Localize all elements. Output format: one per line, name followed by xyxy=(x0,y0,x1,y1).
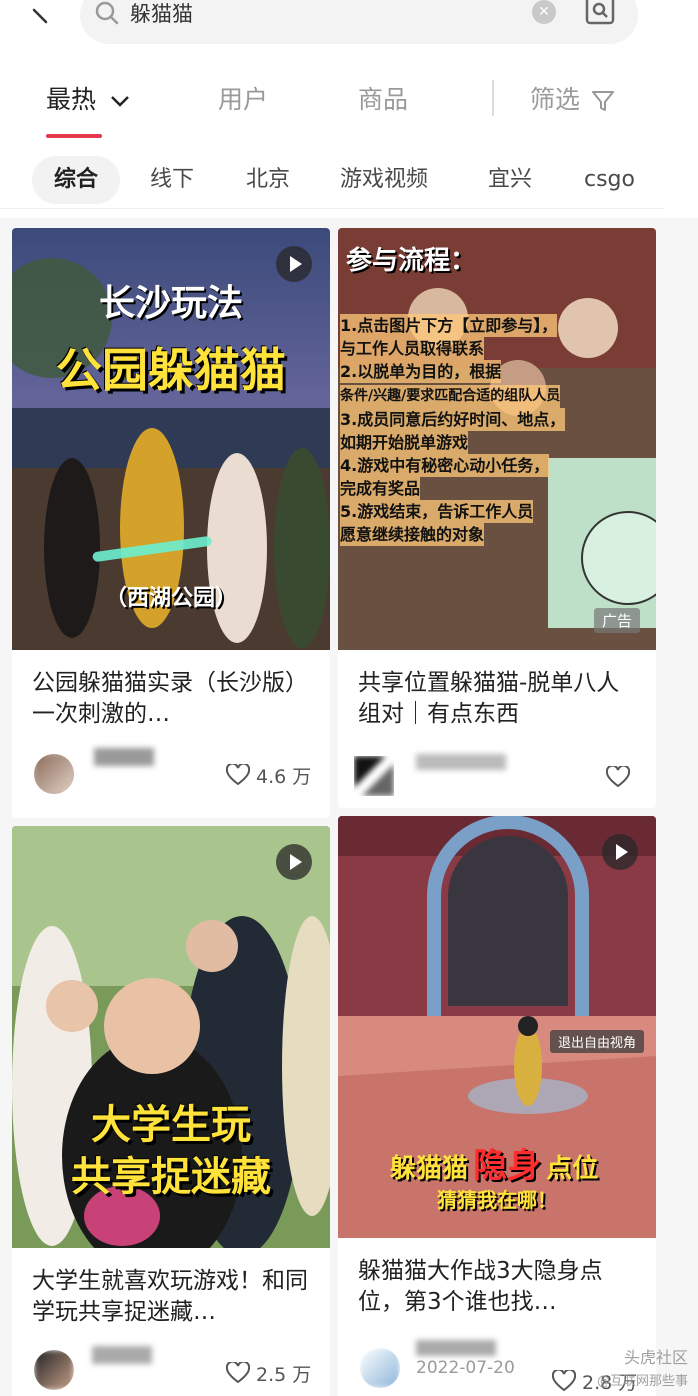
card-title[interactable]: 公园躲猫猫实录（长沙版）一次刺激的… xyxy=(32,668,312,730)
thumb-caption: 点位 xyxy=(546,1154,599,1184)
watermark: @互联网那些事 xyxy=(596,1374,688,1389)
avatar[interactable] xyxy=(354,756,394,796)
note-card[interactable]: 参与流程： 1.点击图片下方【立即参与】， 与工作人员取得联系 2.以脱单为目的… xyxy=(338,228,656,808)
tab-users[interactable]: 用户 xyxy=(218,80,268,116)
chip-csgo[interactable]: csgo xyxy=(562,156,657,204)
heart-icon[interactable] xyxy=(226,764,250,786)
active-tab-indicator xyxy=(46,134,102,138)
thumb-caption: 躲猫猫 xyxy=(390,1154,469,1184)
author-name-blurred xyxy=(94,748,154,766)
clear-icon[interactable]: ✕ xyxy=(532,0,556,24)
thumb-caption: 4.游戏中有秘密心动小任务， xyxy=(340,454,550,477)
heart-icon[interactable] xyxy=(552,1370,576,1392)
thumb-caption: 参与流程： xyxy=(346,246,477,276)
heart-icon[interactable] xyxy=(606,766,630,788)
avatar[interactable] xyxy=(34,1350,74,1390)
chevron-down-icon xyxy=(111,96,129,107)
card-title[interactable]: 共享位置躲猫猫-脱单八人组对｜有点东西 xyxy=(358,668,642,730)
thumb-caption: 如期开始脱单游戏 xyxy=(340,431,469,454)
ad-badge: 广告 xyxy=(594,608,641,633)
chip-game-video[interactable]: 游戏视频 xyxy=(318,156,450,204)
tab-products[interactable]: 商品 xyxy=(358,80,408,116)
search-input[interactable]: 躲猫猫 ✕ xyxy=(80,0,638,44)
chip-offline[interactable]: 线下 xyxy=(128,156,216,204)
thumb-caption: 共享捉迷藏 xyxy=(71,1154,271,1200)
results-feed: 长沙玩法 公园躲猫猫 （西湖公园） 公园躲猫猫实录（长沙版）一次刺激的… 4.6… xyxy=(0,218,698,1396)
heart-icon[interactable] xyxy=(226,1362,250,1384)
author-name-blurred xyxy=(416,754,506,770)
watermark: 头虎社区 xyxy=(623,1348,688,1367)
thumb-caption: 长沙玩法 xyxy=(98,283,243,324)
tab-hottest[interactable]: 最热 xyxy=(46,80,132,116)
image-search-icon[interactable] xyxy=(584,0,616,26)
video-play-icon xyxy=(276,844,312,880)
card-thumbnail: 大学生玩 共享捉迷藏 xyxy=(12,826,330,1248)
video-play-icon xyxy=(602,834,638,870)
card-thumbnail: 长沙玩法 公园躲猫猫 （西湖公园） xyxy=(12,228,330,650)
avatar[interactable] xyxy=(34,754,74,794)
author-name-blurred xyxy=(416,1340,496,1356)
card-thumbnail: 退出自由视角 躲猫猫 隐身 点位 猜猜我在哪！ xyxy=(338,816,656,1238)
note-card[interactable]: 退出自由视角 躲猫猫 隐身 点位 猜猜我在哪！ 躲猫猫大作战3大隐身点位，第3个… xyxy=(338,816,656,1396)
thumb-caption: 2.以脱单为目的，根据 xyxy=(340,360,502,383)
thumb-caption: 条件/兴趣/要求匹配合适的组队人员 xyxy=(340,385,561,408)
chip-all[interactable]: 综合 xyxy=(32,156,121,204)
exit-free-view-button[interactable]: 退出自由视角 xyxy=(550,1030,645,1053)
thumb-caption: 猜猜我在哪！ xyxy=(437,1188,557,1212)
thumb-steps: 1.点击图片下方【立即参与】， 与工作人员取得联系 2.以脱单为目的，根据 条件… xyxy=(340,314,656,546)
note-card[interactable]: 长沙玩法 公园躲猫猫 （西湖公园） 公园躲猫猫实录（长沙版）一次刺激的… 4.6… xyxy=(12,228,330,818)
card-title[interactable]: 大学生就喜欢玩游戏！和同学玩共享捉迷藏… xyxy=(32,1266,318,1328)
back-arrow-icon[interactable] xyxy=(20,4,50,34)
filter-chips: 综合 线下 北京 游戏视频 宜兴 csgo xyxy=(0,152,698,208)
tabs-divider xyxy=(492,80,494,116)
tab-filter[interactable]: 筛选 xyxy=(530,80,616,116)
thumb-title-block: 躲猫猫 隐身 点位 xyxy=(390,1138,630,1187)
author-name-blurred xyxy=(92,1346,152,1364)
card-thumbnail: 参与流程： 1.点击图片下方【立即参与】， 与工作人员取得联系 2.以脱单为目的… xyxy=(338,228,656,650)
thumb-caption: 完成有奖品 xyxy=(340,477,421,500)
note-card[interactable]: 大学生玩 共享捉迷藏 大学生就喜欢玩游戏！和同学玩共享捉迷藏… 2.5 万 xyxy=(12,826,330,1396)
thumb-caption: 3.成员同意后约好时间、地点， xyxy=(340,408,566,431)
thumb-caption: 1.点击图片下方【立即参与】， xyxy=(340,314,558,337)
tab-filter-label: 筛选 xyxy=(530,85,581,114)
avatar[interactable] xyxy=(360,1348,400,1388)
thumb-caption: 隐身 xyxy=(473,1146,542,1186)
thumb-caption: （西湖公园） xyxy=(104,586,237,611)
filter-icon xyxy=(591,91,614,111)
card-title[interactable]: 躲猫猫大作战3大隐身点位，第3个谁也找… xyxy=(358,1256,644,1318)
thumb-text-block: 参与流程： xyxy=(338,240,656,277)
result-tabs: 最热 用户 商品 筛选 xyxy=(0,70,698,209)
like-count: 2.5 万 xyxy=(256,1364,312,1386)
thumb-caption: 公园躲猫猫 xyxy=(56,343,286,397)
thumb-caption: 大学生玩 xyxy=(91,1102,251,1148)
post-date: 2022-07-20 xyxy=(416,1358,515,1378)
thumb-caption: 5.游戏结束，告诉工作人员 xyxy=(340,500,534,523)
video-play-icon xyxy=(276,246,312,282)
top-bar: 躲猫猫 ✕ xyxy=(0,0,698,52)
chip-yixing[interactable]: 宜兴 xyxy=(466,156,554,204)
thumb-caption: 愿意继续接触的对象 xyxy=(340,523,485,546)
chip-beijing[interactable]: 北京 xyxy=(224,156,312,204)
divider xyxy=(0,208,664,209)
tab-hottest-label: 最热 xyxy=(46,85,97,114)
search-query: 躲猫猫 xyxy=(130,2,193,26)
thumb-caption: 与工作人员取得联系 xyxy=(340,337,485,360)
like-count: 4.6 万 xyxy=(256,766,312,788)
search-icon xyxy=(95,1,119,25)
